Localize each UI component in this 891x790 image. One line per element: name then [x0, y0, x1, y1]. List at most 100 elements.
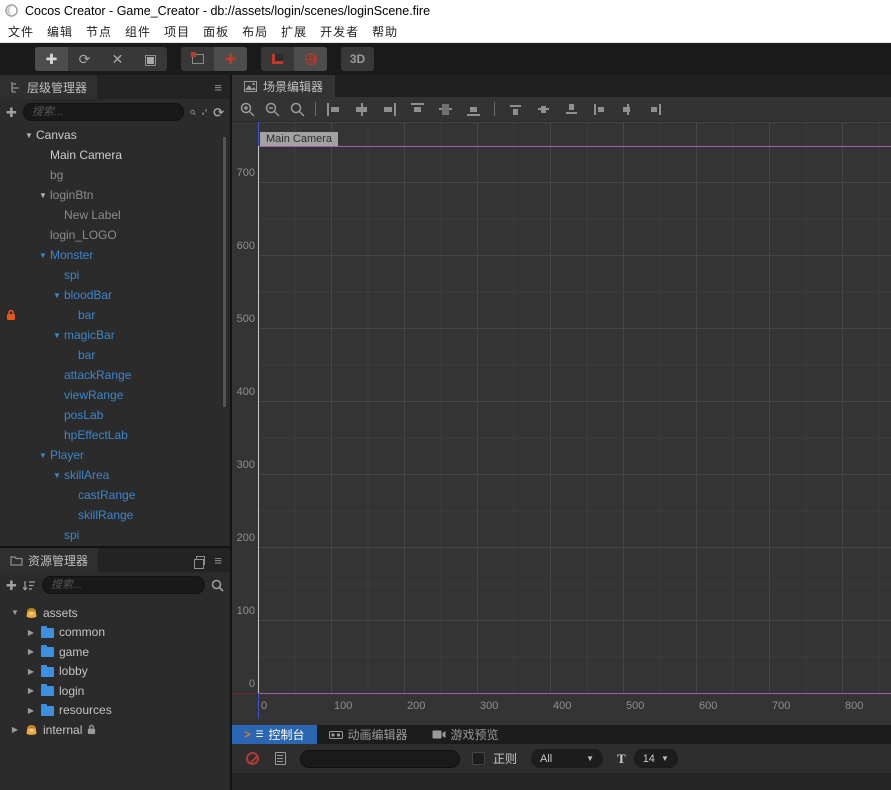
collapse-arrow-icon[interactable]: ▶ — [26, 628, 36, 637]
rect-tool-button[interactable]: ▣ — [134, 47, 167, 71]
hierarchy-node-Player[interactable]: ▼ Player — [0, 445, 230, 465]
menu-item-3[interactable]: 组件 — [125, 23, 151, 40]
expand-arrow-icon[interactable]: ▼ — [22, 131, 36, 140]
console-log-file-icon[interactable] — [275, 752, 286, 765]
hierarchy-node-Main-Camera[interactable]: Main Camera — [0, 145, 230, 165]
zoom-reset-icon[interactable] — [290, 102, 305, 117]
menu-item-5[interactable]: 面板 — [203, 23, 229, 40]
hierarchy-search-input[interactable] — [22, 103, 184, 121]
menu-item-6[interactable]: 布局 — [242, 23, 268, 40]
asset-node-common[interactable]: ▶ common — [0, 623, 230, 643]
menu-item-4[interactable]: 项目 — [164, 23, 190, 40]
collapse-arrow-icon[interactable]: ▶ — [26, 667, 36, 676]
assets-search-input[interactable] — [41, 576, 205, 594]
zoom-in-icon[interactable] — [240, 102, 255, 117]
zoom-out-icon[interactable] — [265, 102, 280, 117]
hierarchy-node-bar[interactable]: bar — [0, 305, 230, 325]
hierarchy-node-viewRange[interactable]: viewRange — [0, 385, 230, 405]
view3d-toggle-button[interactable]: 3D — [341, 47, 374, 71]
distribute-h-center-icon[interactable] — [620, 103, 635, 116]
console-clear-icon[interactable] — [246, 752, 259, 765]
hierarchy-node-bar[interactable]: bar — [0, 345, 230, 365]
hierarchy-collapse-all-icon[interactable] — [201, 106, 207, 118]
distribute-top-icon[interactable] — [508, 103, 523, 116]
hierarchy-search-icon[interactable] — [190, 106, 196, 119]
hierarchy-node-hpEffectLab[interactable]: hpEffectLab — [0, 425, 230, 445]
expand-arrow-icon[interactable]: ▼ — [50, 471, 64, 480]
collapse-arrow-icon[interactable]: ▶ — [26, 706, 36, 715]
scene-viewport[interactable]: Main Camera 0 100 200 300 400 500 600 700 800 70… — [232, 122, 891, 725]
position-mode-button[interactable] — [181, 47, 214, 71]
asset-node-assets[interactable]: ▼ assets — [0, 603, 230, 623]
menu-item-9[interactable]: 帮助 — [372, 23, 398, 40]
grid-gizmo-button[interactable] — [294, 47, 327, 71]
hierarchy-node-castRange[interactable]: castRange — [0, 485, 230, 505]
font-size-dropdown[interactable]: 14 ▼ — [633, 749, 678, 768]
assets-float-icon[interactable] — [194, 555, 206, 569]
hierarchy-node-skillArea[interactable]: ▼ skillArea — [0, 465, 230, 485]
hierarchy-node-bg[interactable]: bg — [0, 165, 230, 185]
hierarchy-node-Canvas[interactable]: ▼ Canvas — [0, 125, 230, 145]
expand-arrow-icon[interactable]: ▼ — [36, 191, 50, 200]
assets-menu-icon[interactable]: ≡ — [214, 554, 222, 567]
tab-scene-editor[interactable]: 场景编辑器 — [232, 75, 336, 97]
tab-game-preview[interactable]: 游戏预览 — [420, 725, 511, 744]
menu-item-1[interactable]: 编辑 — [47, 23, 73, 40]
hierarchy-node-skillRange[interactable]: skillRange — [0, 505, 230, 525]
console-filter-input[interactable] — [300, 749, 460, 768]
distribute-v-center-icon[interactable] — [536, 103, 551, 116]
menu-item-8[interactable]: 开发者 — [320, 23, 359, 40]
console-log-area[interactable] — [232, 773, 891, 790]
asset-node-lobby[interactable]: ▶ lobby — [0, 662, 230, 682]
hierarchy-node-magicBar[interactable]: ▼ magicBar — [0, 325, 230, 345]
distribute-bottom-icon[interactable] — [564, 103, 579, 116]
menu-item-7[interactable]: 扩展 — [281, 23, 307, 40]
expand-arrow-icon[interactable]: ▼ — [10, 608, 20, 617]
tab-animation-editor[interactable]: 动画编辑器 — [317, 725, 420, 744]
menu-item-2[interactable]: 节点 — [86, 23, 112, 40]
align-h-center-icon[interactable] — [354, 102, 369, 116]
distribute-right-icon[interactable] — [648, 103, 663, 116]
main-camera-gizmo-label[interactable]: Main Camera — [260, 132, 339, 146]
log-level-dropdown[interactable]: All ▼ — [531, 749, 604, 768]
hierarchy-node-spi[interactable]: spi — [0, 525, 230, 545]
asset-node-game[interactable]: ▶ game — [0, 642, 230, 662]
hierarchy-node-New-Label[interactable]: New Label — [0, 205, 230, 225]
hierarchy-add-button[interactable]: ✚ — [6, 106, 17, 119]
distribute-left-icon[interactable] — [592, 103, 607, 116]
tab-hierarchy[interactable]: 层级管理器 — [0, 75, 98, 99]
regex-checkbox[interactable] — [472, 752, 485, 765]
assets-search-icon[interactable] — [211, 579, 224, 592]
collapse-arrow-icon[interactable]: ▶ — [26, 647, 36, 656]
hierarchy-node-Monster[interactable]: ▼ Monster — [0, 245, 230, 265]
lock-icon[interactable] — [6, 309, 16, 321]
menu-item-0[interactable]: 文件 — [8, 23, 34, 40]
rotate-tool-button[interactable]: ⟳ — [68, 47, 101, 71]
expand-arrow-icon[interactable]: ▼ — [36, 451, 50, 460]
scale-tool-button[interactable]: ✕ — [101, 47, 134, 71]
align-bottom-icon[interactable] — [466, 103, 481, 116]
hierarchy-refresh-icon[interactable]: ⟳ — [213, 106, 224, 119]
tab-console[interactable]: > ☰ 控制台 — [232, 725, 317, 744]
hierarchy-menu-icon[interactable]: ≡ — [214, 81, 222, 94]
hierarchy-node-login_LOGO[interactable]: login_LOGO — [0, 225, 230, 245]
hierarchy-node-attackRange[interactable]: attackRange — [0, 365, 230, 385]
expand-arrow-icon[interactable]: ▼ — [36, 251, 50, 260]
move-tool-button[interactable]: ✚ — [35, 47, 68, 71]
align-top-icon[interactable] — [410, 102, 425, 116]
anchor-mode-button[interactable]: ✚ — [214, 47, 247, 71]
hierarchy-node-loginBtn[interactable]: ▼ loginBtn — [0, 185, 230, 205]
tab-assets[interactable]: 资源管理器 — [0, 548, 99, 572]
asset-node-internal[interactable]: ▶ internal — [0, 720, 230, 740]
collapse-arrow-icon[interactable]: ▶ — [26, 686, 36, 695]
hierarchy-node-posLab[interactable]: posLab — [0, 405, 230, 425]
border-gizmo-button[interactable] — [261, 47, 294, 71]
align-v-middle-icon[interactable] — [438, 103, 453, 116]
align-left-icon[interactable] — [326, 102, 341, 116]
expand-arrow-icon[interactable]: ▼ — [50, 331, 64, 340]
assets-sort-icon[interactable] — [22, 579, 36, 592]
asset-node-resources[interactable]: ▶ resources — [0, 701, 230, 721]
asset-node-login[interactable]: ▶ login — [0, 681, 230, 701]
assets-add-button[interactable]: ✚ — [6, 579, 17, 592]
hierarchy-node-spi[interactable]: spi — [0, 265, 230, 285]
